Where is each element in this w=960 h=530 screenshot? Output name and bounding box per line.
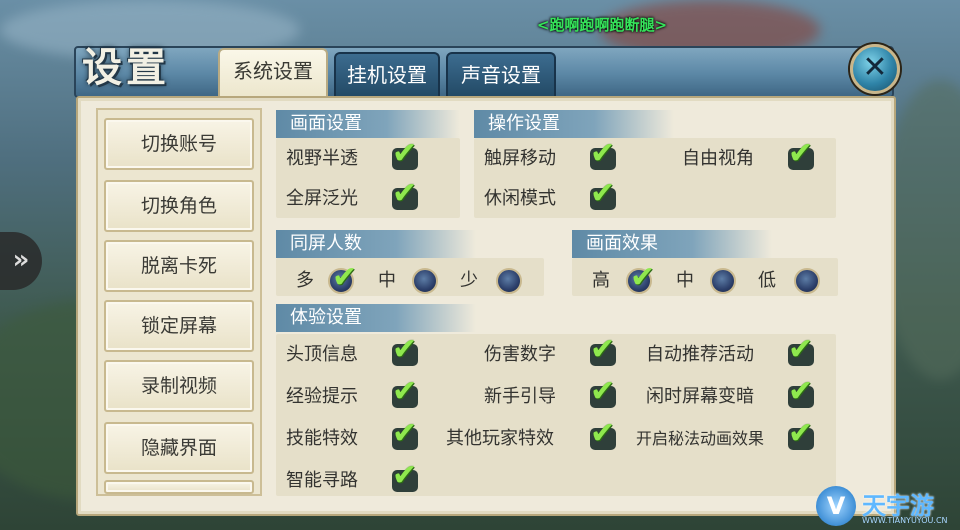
view-translucent-label: 视野半透 <box>286 148 358 169</box>
tab-system-settings[interactable]: 系统设置 <box>218 48 328 98</box>
player-count-header: 同屏人数 <box>276 230 476 258</box>
lock-screen-button[interactable]: 锁定屏幕 <box>104 300 254 352</box>
damage-numbers-label: 伤害数字 <box>484 344 556 365</box>
other-player-effects-label: 其他玩家特效 <box>446 428 554 449</box>
check-icon: ✔ <box>788 374 814 409</box>
close-button[interactable]: ✕ <box>850 44 900 94</box>
player-count-medium-radio[interactable] <box>412 268 438 294</box>
control-settings-header: 操作设置 <box>474 110 674 138</box>
touch-move-checkbox[interactable]: ✔ <box>588 138 622 172</box>
overhead-info-label: 头顶信息 <box>286 344 358 365</box>
touch-move-label: 触屏移动 <box>484 148 556 169</box>
player-count-few-radio[interactable] <box>496 268 522 294</box>
check-icon: ✔ <box>590 416 616 451</box>
smart-pathfinding-checkbox[interactable]: ✔ <box>390 460 424 494</box>
unstuck-button[interactable]: 脱离卡死 <box>104 240 254 292</box>
check-icon: ✔ <box>590 332 616 367</box>
watermark-url: WWW.TIANYUYOU.CN <box>862 516 948 525</box>
check-icon: ✔ <box>590 136 616 171</box>
check-icon: ✔ <box>392 136 418 171</box>
close-icon: ✕ <box>862 50 888 85</box>
switch-character-button[interactable]: 切换角色 <box>104 180 254 232</box>
check-icon: ✔ <box>788 332 814 367</box>
free-camera-checkbox[interactable]: ✔ <box>786 138 820 172</box>
quality-low-radio[interactable] <box>794 268 820 294</box>
tutorial-label: 新手引导 <box>484 386 556 407</box>
idle-dim-label: 闲时屏幕变暗 <box>646 386 754 407</box>
check-icon: ✔ <box>392 332 418 367</box>
check-icon: ✔ <box>590 374 616 409</box>
secret-animation-checkbox[interactable]: ✔ <box>786 418 820 452</box>
casual-mode-checkbox[interactable]: ✔ <box>588 178 622 212</box>
graphics-quality-header: 画面效果 <box>572 230 772 258</box>
player-name-tag: <跑啊跑啊跑断腿> <box>536 16 668 34</box>
sidebar-more-button[interactable] <box>104 480 254 494</box>
check-icon: ✔ <box>590 176 616 211</box>
skill-effects-checkbox[interactable]: ✔ <box>390 418 424 452</box>
tab-sound-settings[interactable]: 声音设置 <box>446 52 556 96</box>
overhead-info-checkbox[interactable]: ✔ <box>390 334 424 368</box>
smart-pathfinding-label: 智能寻路 <box>286 470 358 491</box>
record-video-button[interactable]: 录制视频 <box>104 360 254 412</box>
check-icon: ✔ <box>392 416 418 451</box>
idle-dim-checkbox[interactable]: ✔ <box>786 376 820 410</box>
exp-hint-checkbox[interactable]: ✔ <box>390 376 424 410</box>
fullscreen-bloom-checkbox[interactable]: ✔ <box>390 178 424 212</box>
hide-ui-button[interactable]: 隐藏界面 <box>104 422 254 474</box>
auto-recommend-checkbox[interactable]: ✔ <box>786 334 820 368</box>
check-icon: ✔ <box>392 176 418 211</box>
experience-settings-header: 体验设置 <box>276 304 476 332</box>
check-icon: ✔ <box>392 458 418 493</box>
quality-medium-radio[interactable] <box>710 268 736 294</box>
quality-high-label: 高 <box>592 270 610 291</box>
quality-medium-label: 中 <box>676 270 694 291</box>
other-player-effects-checkbox[interactable]: ✔ <box>588 418 622 452</box>
free-camera-label: 自由视角 <box>682 148 754 169</box>
skill-effects-label: 技能特效 <box>286 428 358 449</box>
tab-idle-settings[interactable]: 挂机设置 <box>334 52 440 96</box>
damage-numbers-checkbox[interactable]: ✔ <box>588 334 622 368</box>
check-icon: ✔ <box>392 374 418 409</box>
dialog-title: 设置 <box>82 44 170 91</box>
auto-recommend-label: 自动推荐活动 <box>646 344 754 365</box>
player-count-many-radio[interactable]: ✔ <box>328 260 357 295</box>
fullscreen-bloom-label: 全屏泛光 <box>286 188 358 209</box>
check-icon: ✔ <box>630 260 656 295</box>
player-count-medium-label: 中 <box>378 270 396 291</box>
quality-low-label: 低 <box>758 270 776 291</box>
switch-account-button[interactable]: 切换账号 <box>104 118 254 170</box>
secret-animation-label: 开启秘法动画效果 <box>636 429 765 448</box>
tutorial-checkbox[interactable]: ✔ <box>588 376 622 410</box>
player-count-many-label: 多 <box>296 270 314 291</box>
view-translucent-checkbox[interactable]: ✔ <box>390 138 424 172</box>
site-watermark: V 天宇游 WWW.TIANYUYOU.CN <box>812 482 960 530</box>
player-count-few-label: 少 <box>460 270 478 291</box>
check-icon: ✔ <box>332 260 358 295</box>
check-icon: ✔ <box>788 136 814 171</box>
screen-settings-header: 画面设置 <box>276 110 460 138</box>
check-icon: ✔ <box>788 416 814 451</box>
watermark-logo-icon: V <box>816 486 856 526</box>
quality-high-radio[interactable]: ✔ <box>626 260 655 295</box>
exp-hint-label: 经验提示 <box>286 386 358 407</box>
casual-mode-label: 休闲模式 <box>484 188 556 209</box>
